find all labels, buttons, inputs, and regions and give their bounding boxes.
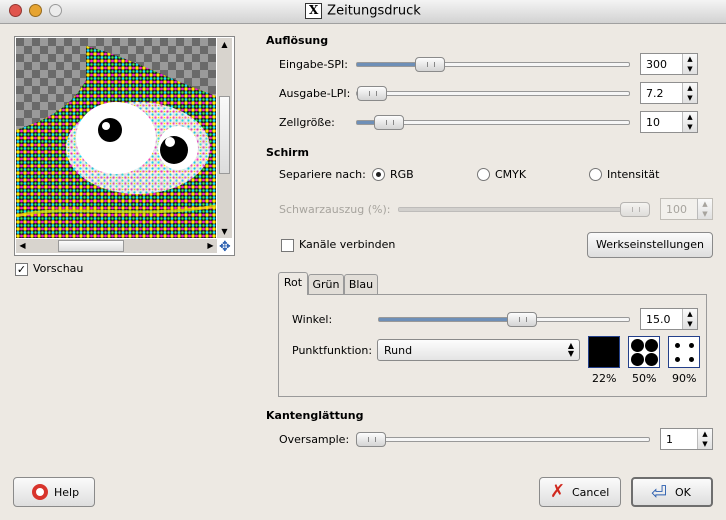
tab-green[interactable]: Grün [308,274,344,295]
separate-by-label: Separiere nach: [279,168,366,181]
tab-blue[interactable]: Blau [344,274,378,295]
cancel-x-icon: ✗ [550,481,566,502]
spin-arrows-icon[interactable]: ▲ ▼ [697,429,712,449]
horizontal-scroll-thumb[interactable] [58,240,124,252]
spin-arrows-icon[interactable]: ▲ ▼ [682,54,697,74]
black-pullout-spinbutton[interactable]: 100 ▲ ▼ [660,198,713,220]
radio-rgb-label: RGB [390,168,414,181]
scroll-right-icon[interactable]: ▶ [204,239,217,252]
screen-heading: Schirm [266,146,309,159]
cell-size-spinbutton[interactable]: 10 ▲ ▼ [640,111,698,133]
black-pullout-label: Schwarzauszug (%): [279,203,391,216]
spin-arrows-icon[interactable]: ▲ ▼ [682,112,697,132]
dot-preview-90-label: 90% [672,372,697,385]
angle-slider[interactable] [378,312,630,327]
navigate-move-icon[interactable]: ✥ [219,240,231,254]
dot-preview-50 [628,336,660,368]
tab-red[interactable]: Rot [278,272,308,295]
output-lpi-label: Ausgabe-LPI: [279,87,351,100]
vertical-scroll-thumb[interactable] [219,96,230,174]
ok-button[interactable]: ⏎ OK [631,477,713,507]
oversample-spinbutton[interactable]: 1 ▲ ▼ [660,428,713,450]
dot-preview-22-label: 22% [592,372,617,385]
radio-rgb[interactable] [372,168,385,181]
cancel-button[interactable]: ✗ Cancel [539,477,621,507]
resolution-heading: Auflösung [266,34,329,47]
dot-preview-90 [668,336,700,368]
radio-intensity-label: Intensität [607,168,660,181]
cell-size-label: Zellgröße: [279,116,335,129]
spin-arrows-icon[interactable]: ▲ ▼ [697,199,712,219]
factory-defaults-button[interactable]: Werkseinstellungen [587,232,713,258]
scroll-down-icon[interactable]: ▼ [217,225,232,238]
oversample-label: Oversample: [279,433,350,446]
antialiasing-heading: Kantenglättung [266,409,364,422]
spot-function-label: Punktfunktion: [292,344,373,357]
preview-vertical-scrollbar[interactable]: ▲ ▼ [217,38,232,238]
ok-enter-arrow-icon: ⏎ [651,482,667,504]
radio-cmyk-label: CMYK [495,168,527,181]
lock-channels-checkbox[interactable] [281,239,294,252]
help-lifebuoy-icon [32,484,48,500]
window-title: Zeitungsdruck [327,3,421,19]
x11-logo-icon: X [305,3,323,19]
spin-arrows-icon[interactable]: ▲ ▼ [682,83,697,103]
preview-image[interactable] [16,38,216,238]
dot-preview-50-label: 50% [632,372,657,385]
cell-size-slider[interactable] [356,115,630,130]
radio-intensity[interactable] [589,168,602,181]
help-button[interactable]: Help [13,477,95,507]
angle-label: Winkel: [292,313,333,326]
preview-checkbox[interactable]: ✓ [15,263,28,276]
spot-function-select[interactable]: Rund ▲ ▼ [377,339,580,361]
oversample-slider[interactable] [355,432,650,447]
angle-spinbutton[interactable]: 15.0 ▲ ▼ [640,308,698,330]
lock-channels-label: Kanäle verbinden [299,238,396,251]
preview-label: Vorschau [33,262,84,275]
select-arrows-icon: ▲ ▼ [567,341,574,358]
black-pullout-slider[interactable] [398,202,650,217]
halftone-preview-icon [16,38,216,238]
scroll-up-icon[interactable]: ▲ [217,38,232,51]
input-spi-spinbutton[interactable]: 300 ▲ ▼ [640,53,698,75]
title-bar: X Zeitungsdruck [0,0,726,24]
output-lpi-slider[interactable] [356,86,630,101]
scroll-left-icon[interactable]: ◀ [16,239,29,252]
radio-cmyk[interactable] [477,168,490,181]
input-spi-slider[interactable] [356,57,630,72]
preview-horizontal-scrollbar[interactable]: ◀ ▶ [16,239,217,253]
input-spi-label: Eingabe-SPI: [279,58,348,71]
spin-arrows-icon[interactable]: ▲ ▼ [682,309,697,329]
dot-preview-22 [588,336,620,368]
output-lpi-spinbutton[interactable]: 7.2 ▲ ▼ [640,82,698,104]
